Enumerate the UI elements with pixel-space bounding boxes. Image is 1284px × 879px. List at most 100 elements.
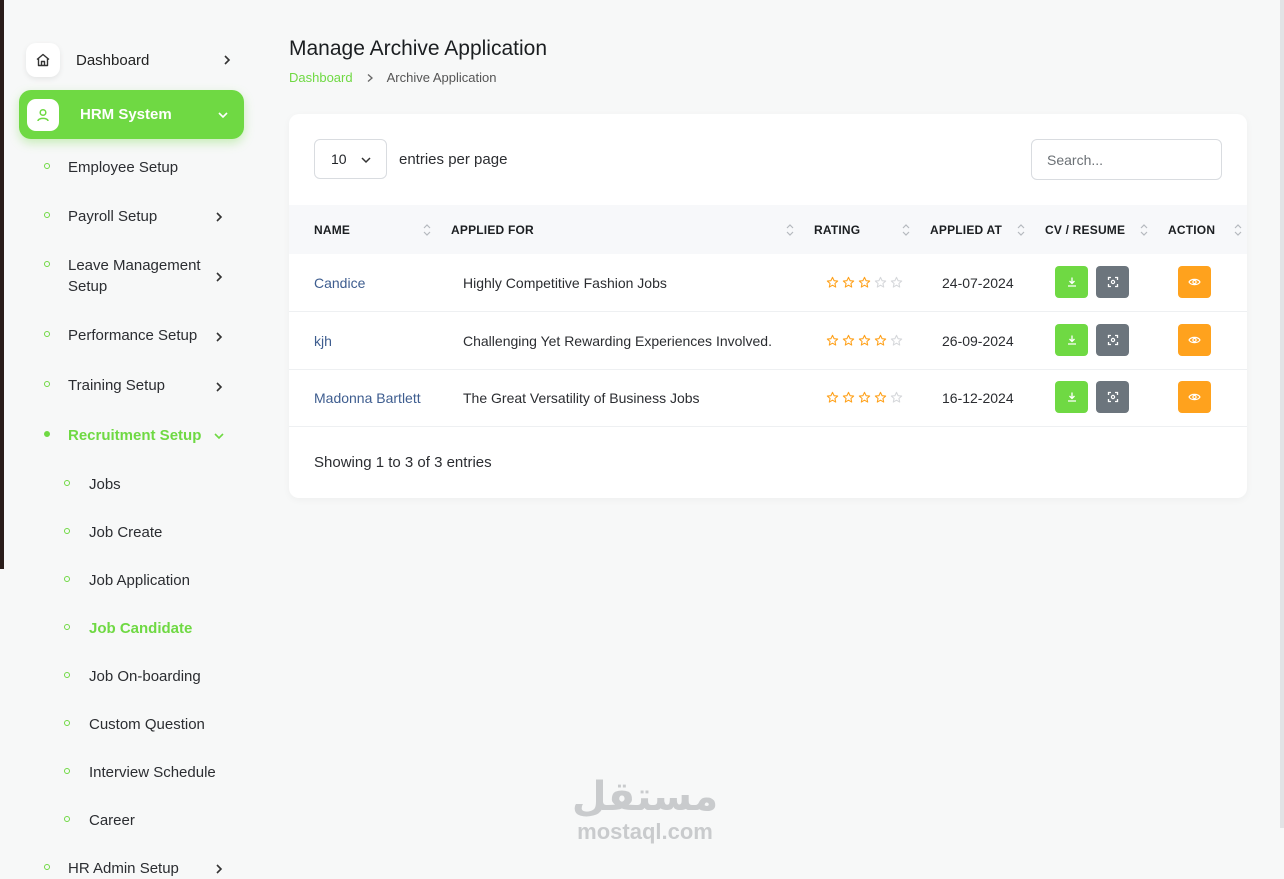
star-icon <box>858 391 871 403</box>
bullet-icon <box>64 528 70 534</box>
search-input[interactable] <box>1031 139 1222 180</box>
rating-stars <box>826 334 903 347</box>
sidebar-item-hrm-system[interactable]: HRM System <box>19 90 244 139</box>
breadcrumb-home-link[interactable]: Dashboard <box>289 70 353 85</box>
table-header: NAME APPLIED FOR RATING APPLIED AT CV / … <box>289 205 1247 254</box>
star-icon <box>842 391 855 403</box>
scrollbar-track[interactable] <box>1280 0 1284 828</box>
bullet-icon <box>64 720 70 726</box>
star-icon <box>890 334 903 346</box>
bullet-icon <box>44 163 50 169</box>
view-application-button[interactable] <box>1178 266 1211 298</box>
download-icon <box>1067 277 1076 287</box>
chevron-down-icon <box>218 111 228 118</box>
bullet-icon <box>64 480 70 486</box>
star-icon <box>890 276 903 288</box>
page-title: Manage Archive Application <box>289 37 547 60</box>
download-icon <box>1067 335 1076 345</box>
sidebar-item-label: Interview Schedule <box>89 764 216 781</box>
breadcrumb: Dashboard Archive Application <box>289 70 496 85</box>
sidebar-item-recruitment-setup[interactable]: Recruitment Setup <box>44 425 244 446</box>
view-application-button[interactable] <box>1178 324 1211 356</box>
sidebar-item-label: Job Candidate <box>89 620 193 637</box>
sidebar-item-employee-setup[interactable]: Employee Setup <box>44 157 244 178</box>
sidebar-item-label: Career <box>89 812 135 829</box>
sort-icon[interactable] <box>902 222 910 238</box>
chevron-right-icon <box>216 382 223 392</box>
chevron-right-icon <box>216 212 223 222</box>
column-header-rating[interactable]: RATING <box>814 205 860 254</box>
sidebar-item-performance-setup[interactable]: Performance Setup <box>44 325 244 346</box>
column-header-action[interactable]: ACTION <box>1168 205 1215 254</box>
sort-icon[interactable] <box>1234 222 1242 238</box>
sidebar-item-label: Job Application <box>89 572 190 589</box>
table-row: Candice Highly Competitive Fashion Jobs … <box>289 254 1247 312</box>
table-row: kjh Challenging Yet Rewarding Experience… <box>289 312 1247 370</box>
chevron-right-icon <box>216 864 223 874</box>
sidebar-item-career[interactable]: Career <box>64 810 244 831</box>
watermark: مستقل mostaql.com <box>565 775 725 845</box>
download-cv-button[interactable] <box>1055 266 1088 298</box>
sidebar-item-dashboard[interactable]: Dashboard <box>26 40 246 80</box>
sidebar-item-payroll-setup[interactable]: Payroll Setup <box>44 206 244 227</box>
sidebar-item-training-setup[interactable]: Training Setup <box>44 375 244 396</box>
sidebar-item-label: Custom Question <box>89 716 205 733</box>
sort-icon[interactable] <box>423 222 431 238</box>
sidebar-item-interview-schedule[interactable]: Interview Schedule <box>64 762 244 783</box>
column-header-applied-at[interactable]: APPLIED AT <box>930 205 1002 254</box>
download-cv-button[interactable] <box>1055 324 1088 356</box>
sidebar-item-job-candidate[interactable]: Job Candidate <box>64 618 244 639</box>
sidebar-item-job-on-boarding[interactable]: Job On-boarding <box>64 666 244 687</box>
star-icon <box>890 391 903 403</box>
star-icon <box>826 276 839 288</box>
chevron-right-icon <box>367 73 373 82</box>
sidebar-item-custom-question[interactable]: Custom Question <box>64 714 244 735</box>
candidate-name-link[interactable]: Madonna Bartlett <box>314 390 421 406</box>
column-header-cv-resume[interactable]: CV / RESUME <box>1045 205 1125 254</box>
crop-icon <box>1107 334 1118 346</box>
sidebar-item-label: Dashboard <box>76 51 150 69</box>
candidate-name-link[interactable]: Candice <box>314 275 365 291</box>
watermark-arabic: مستقل <box>571 775 719 819</box>
sidebar-item-leave-management-setup[interactable]: Leave Management Setup <box>44 255 244 297</box>
sidebar-item-job-create[interactable]: Job Create <box>64 522 244 543</box>
rating-stars <box>826 391 903 404</box>
preview-cv-button[interactable] <box>1096 266 1129 298</box>
entries-per-page-select[interactable]: 10 <box>314 139 387 179</box>
sidebar-item-jobs[interactable]: Jobs <box>64 474 244 495</box>
bullet-icon <box>44 381 50 387</box>
chevron-right-icon <box>216 332 223 342</box>
table-row: Madonna Bartlett The Great Versatility o… <box>289 369 1247 427</box>
sort-icon[interactable] <box>786 222 794 238</box>
star-icon <box>842 334 855 346</box>
column-header-name[interactable]: NAME <box>314 205 350 254</box>
sidebar-item-job-application[interactable]: Job Application <box>64 570 244 591</box>
sidebar-item-label: Training Setup <box>68 377 166 394</box>
column-header-applied-for[interactable]: APPLIED FOR <box>451 205 534 254</box>
star-icon <box>826 391 839 403</box>
applied-for-text: Highly Competitive Fashion Jobs <box>463 274 667 291</box>
sidebar-item-label: Payroll Setup <box>68 208 158 225</box>
preview-cv-button[interactable] <box>1096 381 1129 413</box>
bullet-icon <box>64 624 70 630</box>
preview-cv-button[interactable] <box>1096 324 1129 356</box>
crop-icon <box>1107 276 1118 288</box>
view-application-button[interactable] <box>1178 381 1211 413</box>
download-icon <box>1067 392 1076 402</box>
star-icon <box>826 334 839 346</box>
eye-icon <box>1188 393 1201 401</box>
sidebar-item-label: Recruitment Setup <box>68 427 202 444</box>
home-icon <box>26 43 60 77</box>
user-icon <box>27 98 59 131</box>
applied-at-date: 26-09-2024 <box>942 332 1014 349</box>
candidate-name-link[interactable]: kjh <box>314 333 332 349</box>
crop-icon <box>1107 391 1118 403</box>
sort-icon[interactable] <box>1140 222 1148 238</box>
sort-icon[interactable] <box>1017 222 1025 238</box>
bullet-icon <box>44 261 50 267</box>
chevron-down-icon <box>361 157 371 164</box>
download-cv-button[interactable] <box>1055 381 1088 413</box>
chevron-right-icon <box>224 55 231 65</box>
archive-application-card: 10 entries per page NAME APPLIED FOR RAT… <box>289 114 1247 498</box>
applied-for-text: The Great Versatility of Business Jobs <box>463 389 700 406</box>
